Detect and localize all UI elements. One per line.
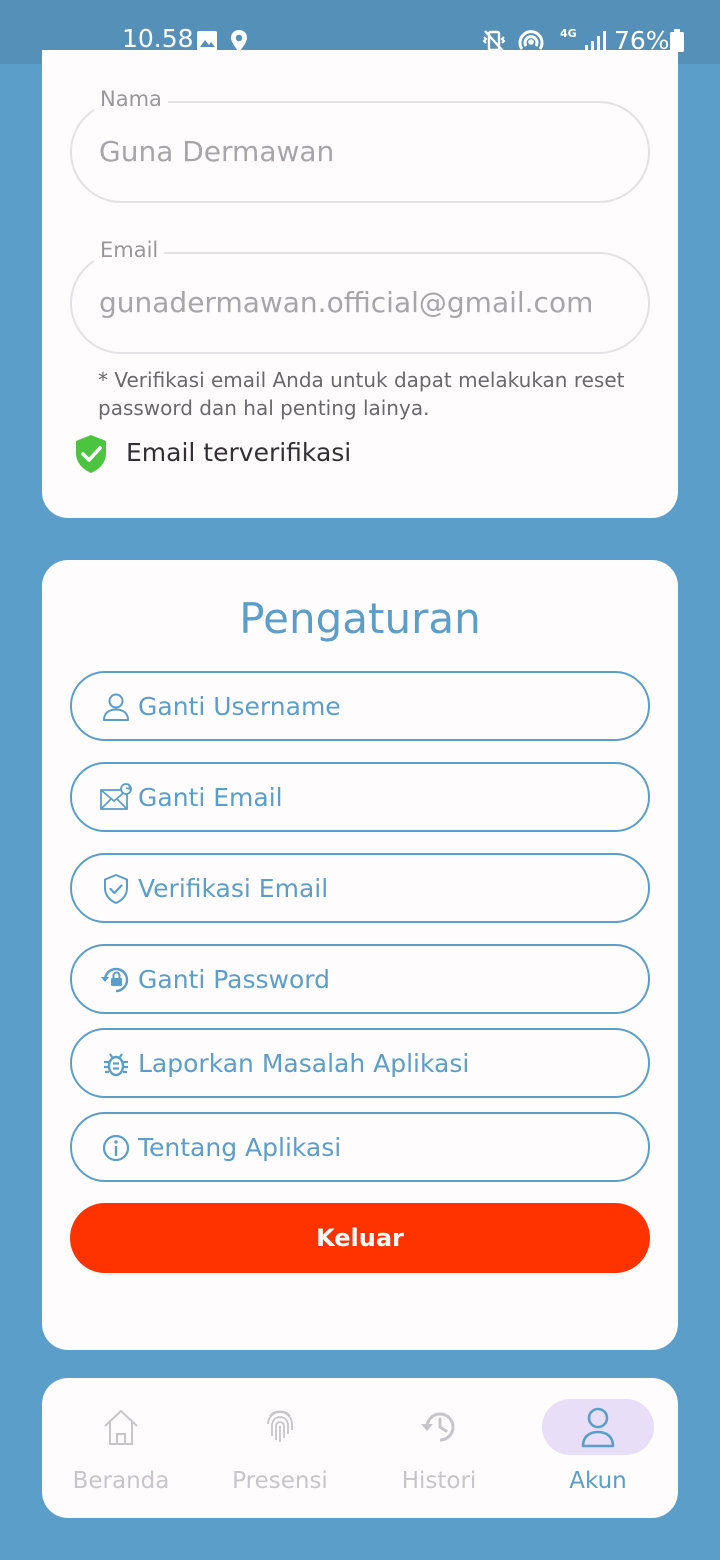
- fingerprint-icon: [267, 1410, 293, 1442]
- shield-check-icon: [104, 874, 128, 904]
- change-username-label: Ganti Username: [138, 692, 341, 721]
- user-icon: [103, 693, 129, 721]
- about-app-label: Tentang Aplikasi: [138, 1133, 342, 1162]
- name-label: Nama: [94, 87, 168, 111]
- nav-item-beranda[interactable]: Beranda: [51, 1398, 191, 1508]
- status-time: 10.58: [122, 24, 194, 53]
- verified-shield-icon: [76, 435, 106, 473]
- account-icon: [581, 1407, 615, 1448]
- nav-label-akun: Akun: [569, 1468, 627, 1494]
- change-email-label: Ganti Email: [138, 783, 283, 812]
- email-note: * Verifikasi email Anda untuk dapat mela…: [98, 368, 625, 420]
- nav-label-histori: Histori: [401, 1468, 477, 1494]
- logout-button[interactable]: Keluar: [70, 1203, 650, 1273]
- about-app-button[interactable]: Tentang Aplikasi: [70, 1112, 650, 1182]
- info-icon: [102, 1134, 130, 1162]
- nav-item-presensi[interactable]: Presensi: [210, 1398, 350, 1508]
- home-icon: [104, 1410, 138, 1445]
- history-icon: [421, 1412, 455, 1442]
- nav-item-akun[interactable]: Akun: [528, 1398, 668, 1508]
- signal-icon: [585, 31, 606, 51]
- change-email-button[interactable]: Ganti Email: [70, 762, 650, 832]
- lock-reset-icon: [101, 967, 129, 993]
- settings-title: Pengaturan: [239, 594, 481, 643]
- nav-item-histori[interactable]: Histori: [369, 1398, 509, 1508]
- report-bug-button[interactable]: Laporkan Masalah Aplikasi: [70, 1028, 650, 1098]
- nav-label-beranda: Beranda: [72, 1468, 170, 1494]
- name-value: Guna Dermawan: [99, 135, 335, 168]
- email-field[interactable]: Email gunadermawan.official@gmail.com: [70, 238, 650, 354]
- network-type: 4G: [560, 27, 577, 40]
- change-username-button[interactable]: Ganti Username: [70, 671, 650, 741]
- nav-label-presensi: Presensi: [232, 1468, 328, 1494]
- image-icon: [197, 31, 217, 51]
- mail-refresh-icon: [100, 783, 132, 810]
- change-password-label: Ganti Password: [138, 965, 331, 994]
- verify-email-label: Verifikasi Email: [138, 874, 329, 903]
- name-field[interactable]: Nama Guna Dermawan: [70, 87, 650, 203]
- verify-email-button[interactable]: Verifikasi Email: [70, 853, 650, 923]
- verified-text: Email terverifikasi: [126, 438, 352, 467]
- email-value: gunadermawan.official@gmail.com: [99, 286, 594, 319]
- email-label: Email: [94, 238, 165, 262]
- change-password-button[interactable]: Ganti Password: [70, 944, 650, 1014]
- bug-icon: [104, 1053, 128, 1077]
- report-bug-label: Laporkan Masalah Aplikasi: [138, 1049, 470, 1078]
